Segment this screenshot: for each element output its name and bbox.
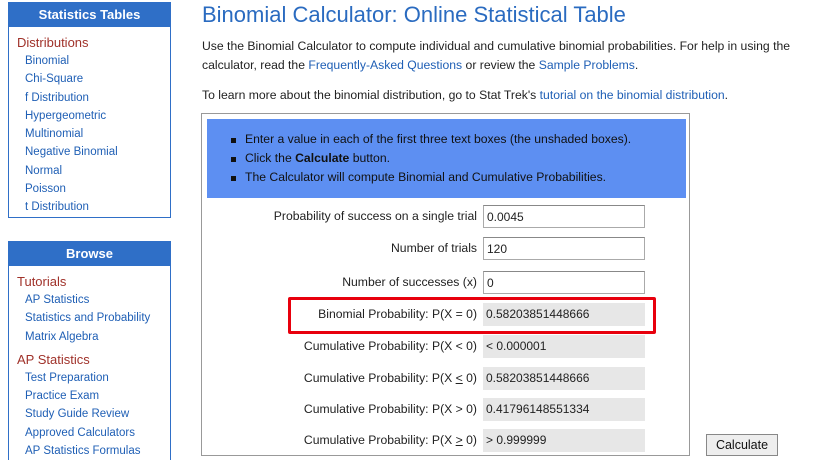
trials-row: Number of trials bbox=[202, 237, 691, 260]
cumulative-ge-row: Cumulative Probability: P(X > 0) > 0.999… bbox=[202, 429, 691, 452]
binomial-probability-label: Binomial Probability: P(X = 0) bbox=[318, 307, 477, 321]
page-title: Binomial Calculator: Online Statistical … bbox=[202, 2, 626, 27]
sidebar-link-approved-calculators[interactable]: Approved Calculators bbox=[17, 424, 170, 442]
trials-label: Number of trials bbox=[390, 241, 477, 255]
binomial-probability-row: Binomial Probability: P(X = 0) 0.5820385… bbox=[202, 303, 691, 326]
calculator-panel: Enter a value in each of the first three… bbox=[201, 113, 690, 456]
cumulative-ge-label-text: Cumulative Probability: P(X bbox=[303, 433, 456, 447]
instruction-item: Click the Calculate button. bbox=[231, 149, 686, 168]
tutorials-heading: Tutorials bbox=[17, 274, 67, 289]
intro-paragraph: Use the Binomial Calculator to compute i… bbox=[202, 37, 812, 74]
instruction-text: button. bbox=[349, 151, 390, 165]
learn-more-paragraph: To learn more about the binomial distrib… bbox=[202, 86, 812, 105]
sidebar-link-normal[interactable]: Normal bbox=[17, 162, 170, 180]
cumulative-le-label: Cumulative Probability: P(X < 0) bbox=[304, 367, 477, 390]
probability-label: Probability of success on a single trial bbox=[273, 209, 477, 223]
faq-link[interactable]: Frequently-Asked Questions bbox=[308, 58, 462, 72]
instruction-item: The Calculator will compute Binomial and… bbox=[231, 168, 686, 187]
intro-text-2: or review the bbox=[462, 57, 539, 72]
sidebar-link-hypergeometric[interactable]: Hypergeometric bbox=[17, 107, 170, 125]
cumulative-le-label-text: Cumulative Probability: P(X bbox=[303, 371, 456, 385]
instruction-bold: Calculate bbox=[295, 151, 350, 165]
le-symbol: < bbox=[455, 371, 463, 385]
cumulative-gt-row: Cumulative Probability: P(X > 0) 0.41796… bbox=[202, 398, 691, 421]
sidebar-link-practice-exam[interactable]: Practice Exam bbox=[17, 387, 170, 405]
sidebar-link-binomial[interactable]: Binomial bbox=[17, 52, 170, 70]
sidebar-link-chi-square[interactable]: Chi-Square bbox=[17, 70, 170, 88]
sidebar-link-negative-binomial[interactable]: Negative Binomial bbox=[17, 143, 170, 161]
intro-text-3: . bbox=[634, 57, 639, 72]
ap-statistics-heading: AP Statistics bbox=[17, 351, 90, 367]
sidebar-link-multinomial[interactable]: Multinomial bbox=[17, 125, 170, 143]
sidebar-link-t-distribution[interactable]: t Distribution bbox=[17, 198, 170, 216]
cumulative-ge-label-text: 0) bbox=[462, 433, 477, 447]
successes-input[interactable] bbox=[483, 271, 645, 294]
cumulative-lt-label: Cumulative Probability: P(X < 0) bbox=[303, 339, 477, 353]
probability-row: Probability of success on a single trial bbox=[202, 205, 691, 228]
cumulative-lt-output: < 0.000001 bbox=[483, 335, 645, 358]
trials-input[interactable] bbox=[483, 237, 645, 260]
instruction-item: Enter a value in each of the first three… bbox=[231, 130, 686, 149]
learn-text: To learn more about the binomial distrib… bbox=[202, 88, 540, 102]
cumulative-gt-output: 0.41796148551334 bbox=[483, 398, 645, 421]
probability-input[interactable] bbox=[483, 205, 645, 228]
statistics-tables-header: Statistics Tables bbox=[9, 3, 170, 27]
cumulative-le-row: Cumulative Probability: P(X < 0) 0.58203… bbox=[202, 367, 691, 390]
sidebar-link-poisson[interactable]: Poisson bbox=[17, 180, 170, 198]
sidebar-link-f-distribution[interactable]: f Distribution bbox=[17, 89, 170, 107]
successes-label: Number of successes (x) bbox=[342, 275, 477, 289]
ge-symbol: > bbox=[455, 433, 463, 447]
cumulative-gt-label: Cumulative Probability: P(X > 0) bbox=[303, 402, 477, 416]
sidebar-link-statistics-and-probability[interactable]: Statistics and Probability bbox=[17, 309, 170, 327]
sidebar-link-study-guide-review[interactable]: Study Guide Review bbox=[17, 405, 170, 423]
instruction-text: Click the bbox=[245, 151, 296, 165]
distributions-heading: Distributions bbox=[17, 35, 89, 50]
successes-row: Number of successes (x) bbox=[202, 271, 691, 294]
learn-text-2: . bbox=[724, 88, 729, 102]
cumulative-ge-label: Cumulative Probability: P(X > 0) bbox=[304, 429, 477, 452]
browse-header: Browse bbox=[9, 242, 170, 266]
sidebar-link-ap-statistics[interactable]: AP Statistics bbox=[17, 291, 170, 309]
cumulative-lt-row: Cumulative Probability: P(X < 0) < 0.000… bbox=[202, 335, 691, 358]
cumulative-le-label-text: 0) bbox=[462, 371, 477, 385]
cumulative-le-output: 0.58203851448666 bbox=[483, 367, 645, 390]
instructions-box: Enter a value in each of the first three… bbox=[207, 119, 686, 198]
cumulative-ge-output: > 0.999999 bbox=[483, 429, 645, 452]
sample-problems-link[interactable]: Sample Problems bbox=[539, 58, 635, 72]
browse-panel: Browse Tutorials AP Statistics Statistic… bbox=[8, 241, 171, 460]
sidebar-link-ap-statistics-formulas[interactable]: AP Statistics Formulas bbox=[17, 442, 170, 460]
statistics-tables-panel: Statistics Tables Distributions Binomial… bbox=[8, 2, 171, 218]
binomial-tutorial-link[interactable]: tutorial on the binomial distribution bbox=[540, 88, 725, 102]
sidebar-link-test-preparation[interactable]: Test Preparation bbox=[17, 369, 170, 387]
calculate-button[interactable]: Calculate bbox=[706, 434, 778, 456]
binomial-probability-output: 0.58203851448666 bbox=[483, 303, 645, 326]
sidebar-link-matrix-algebra[interactable]: Matrix Algebra bbox=[17, 328, 170, 346]
